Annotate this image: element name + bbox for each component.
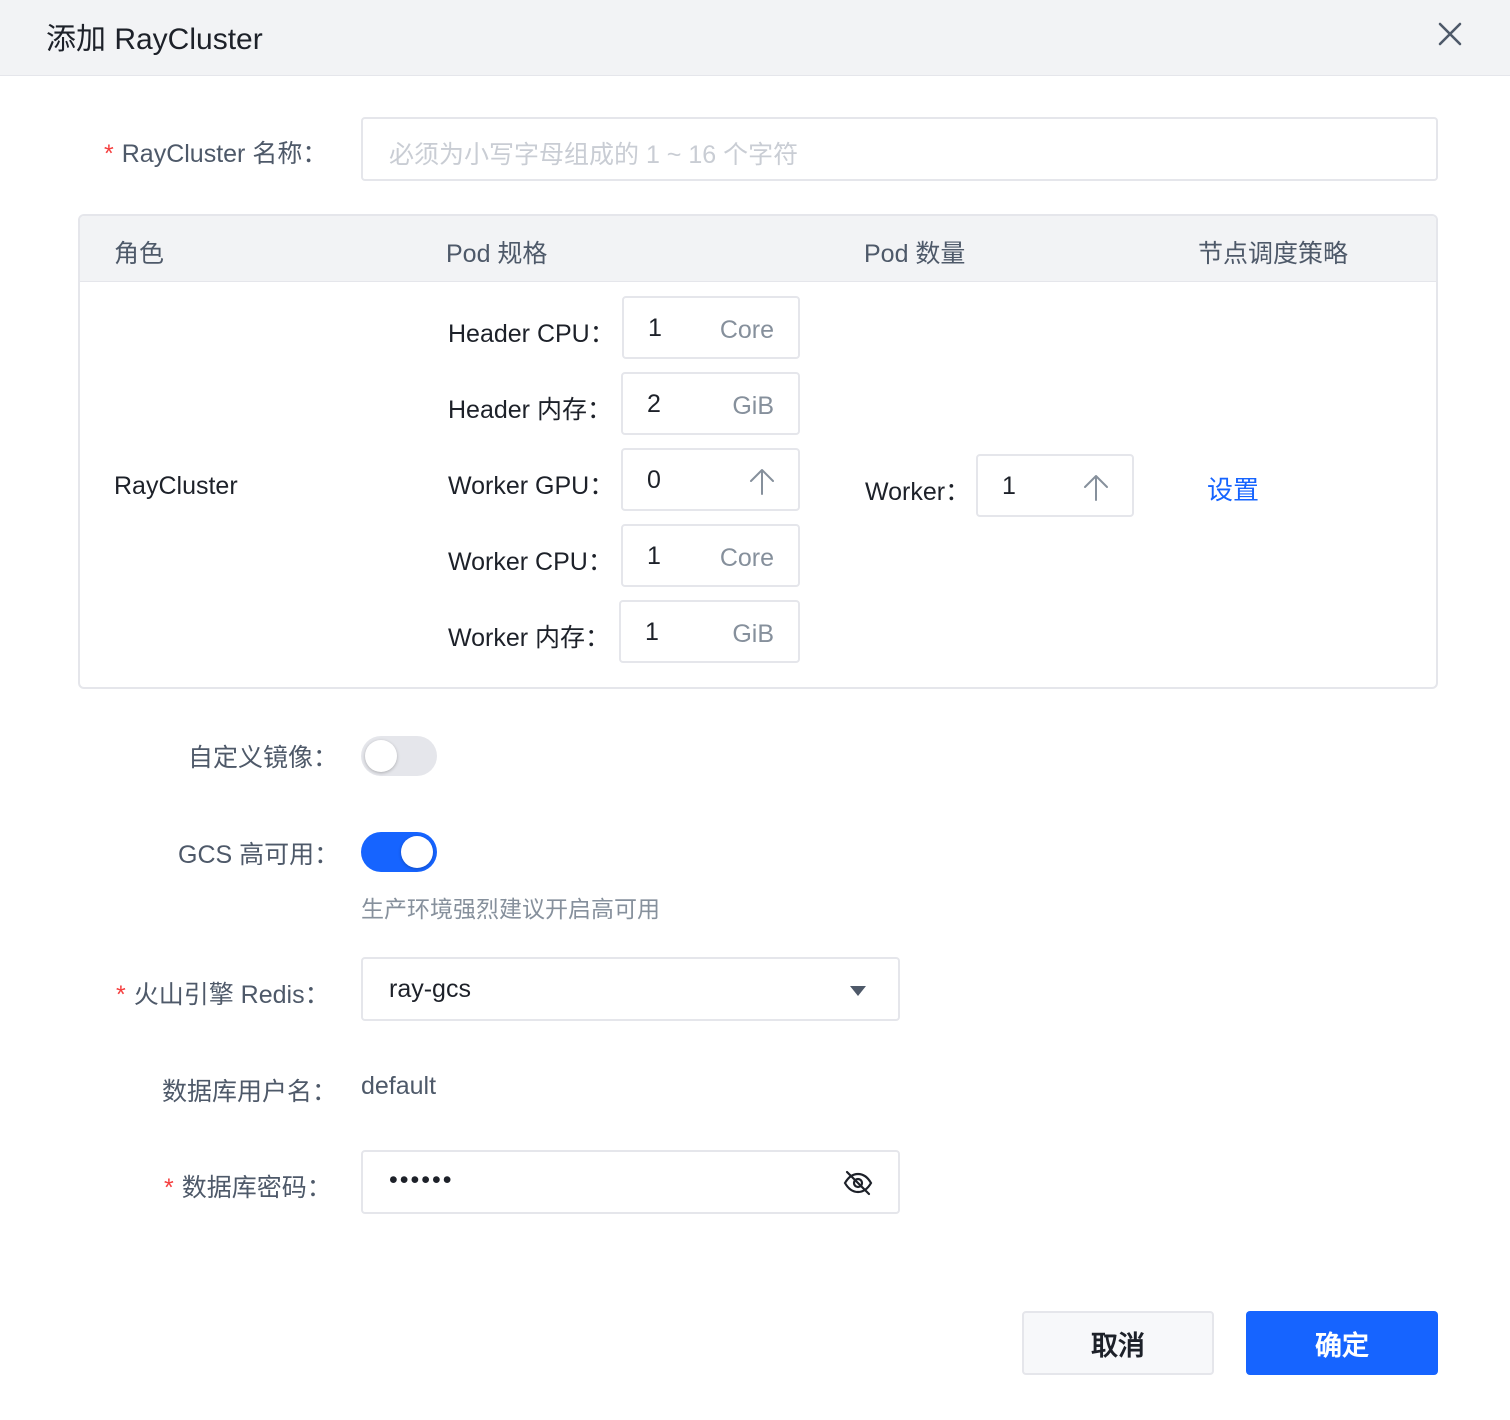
db-password-input[interactable]: ••••••: [361, 1150, 900, 1214]
schedule-settings-link[interactable]: 设置: [1207, 470, 1259, 507]
spec-label-worker-mem: Worker 内存：: [448, 624, 611, 652]
worker-count-label: Worker：: [865, 478, 971, 506]
worker-mem-value: 1: [645, 618, 659, 646]
worker-cpu-value: 1: [647, 542, 661, 570]
worker-gpu-input[interactable]: 0: [621, 448, 800, 511]
confirm-button[interactable]: 确定: [1246, 1311, 1438, 1375]
switch-knob: [401, 836, 433, 868]
header-mem-value: 2: [647, 390, 661, 418]
worker-mem-unit: GiB: [732, 620, 774, 648]
worker-mem-input[interactable]: 1 GiB: [619, 600, 800, 663]
name-label: * RayCluster 名称：: [104, 140, 328, 168]
required-mark: *: [164, 1174, 174, 1202]
required-mark: *: [104, 140, 114, 168]
name-placeholder: 必须为小写字母组成的 1 ~ 16 个字符: [389, 141, 799, 169]
header-mem-input[interactable]: 2 GiB: [621, 372, 800, 435]
role-cell: RayCluster: [114, 472, 238, 500]
db-user-label: 数据库用户名：: [162, 1078, 338, 1106]
dialog-title: 添加 RayCluster: [46, 23, 263, 56]
worker-count-input[interactable]: 1: [976, 454, 1134, 517]
gcs-switch[interactable]: [361, 832, 437, 872]
worker-count-value: 1: [1002, 472, 1016, 500]
spec-label-header-cpu: Header CPU：: [448, 320, 615, 348]
custom-image-label: 自定义镜像：: [188, 744, 339, 772]
spec-label-header-mem: Header 内存：: [448, 396, 612, 424]
spec-label-worker-cpu: Worker CPU：: [448, 548, 613, 576]
redis-label: * 火山引擎 Redis：: [116, 981, 330, 1009]
name-input[interactable]: 必须为小写字母组成的 1 ~ 16 个字符: [361, 117, 1438, 181]
required-mark: *: [116, 981, 126, 1009]
header-cpu-unit: Core: [719, 316, 774, 344]
header-cpu-value: 1: [648, 314, 662, 342]
caret-down-icon: [850, 986, 866, 996]
worker-cpu-input[interactable]: 1 Core: [621, 524, 800, 587]
header-cpu-input[interactable]: 1 Core: [622, 296, 800, 359]
switch-knob: [365, 740, 397, 772]
close-button[interactable]: [1434, 18, 1466, 50]
header-pod-count: Pod 数量: [864, 240, 966, 268]
db-password-label: * 数据库密码：: [164, 1174, 332, 1202]
gcs-label: GCS 高可用：: [178, 841, 340, 869]
db-password-value: ••••••: [389, 1166, 454, 1194]
gcs-hint: 生产环境强烈建议开启高可用: [361, 896, 660, 922]
eye-off-icon[interactable]: [843, 1170, 873, 1196]
arrow-up-icon[interactable]: [748, 466, 776, 496]
dialog-header: 添加 RayCluster: [0, 0, 1510, 76]
table-header: 角色 Pod 规格 Pod 数量 节点调度策略: [80, 216, 1436, 282]
pod-spec-table: 角色 Pod 规格 Pod 数量 节点调度策略 RayCluster Heade…: [78, 214, 1438, 689]
worker-gpu-value: 0: [647, 466, 661, 494]
header-mem-unit: GiB: [732, 392, 774, 420]
header-role: 角色: [114, 240, 165, 268]
close-icon: [1438, 22, 1462, 46]
spec-label-worker-gpu: Worker GPU：: [448, 472, 615, 500]
arrow-up-icon[interactable]: [1082, 472, 1110, 502]
worker-cpu-unit: Core: [719, 544, 774, 572]
header-pod-spec: Pod 规格: [446, 240, 548, 268]
header-schedule: 节点调度策略: [1198, 240, 1349, 268]
cancel-button[interactable]: 取消: [1022, 1311, 1214, 1375]
custom-image-switch[interactable]: [361, 736, 437, 776]
db-user-value: default: [361, 1072, 437, 1100]
redis-value: ray-gcs: [389, 975, 471, 1003]
redis-select[interactable]: ray-gcs: [361, 957, 900, 1021]
